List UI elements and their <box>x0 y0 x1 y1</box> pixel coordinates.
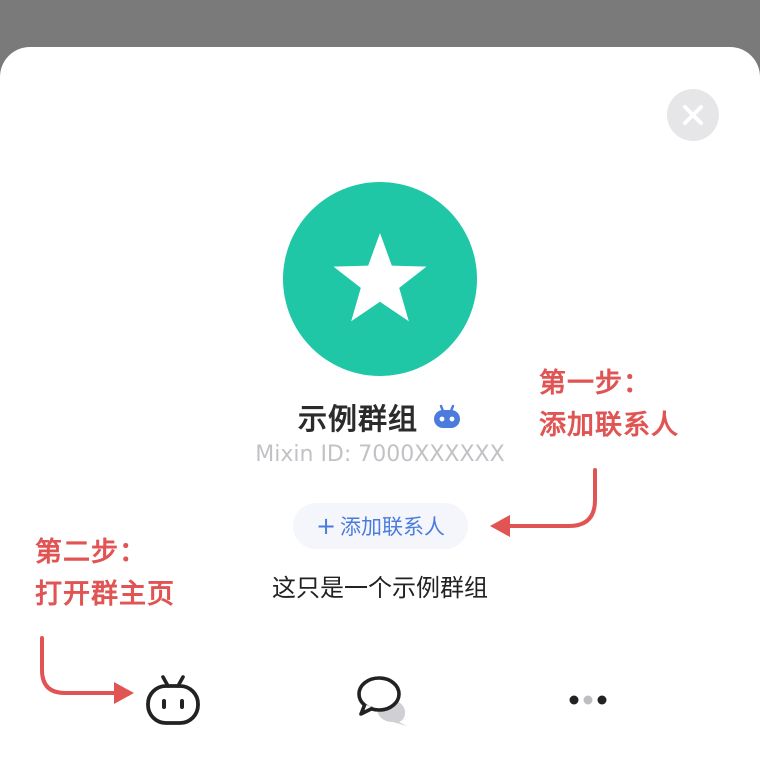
group-name-row: 示例群组 <box>240 394 520 440</box>
step2-annotation: 第二步： 打开群主页 <box>35 532 175 616</box>
plus-icon: + <box>315 512 337 540</box>
group-avatar <box>283 182 477 376</box>
group-name: 示例群组 <box>297 402 418 436</box>
step1-body: 添加联系人 <box>539 409 679 441</box>
bot-home-icon <box>146 675 200 725</box>
step1-title: 第一步： <box>539 368 651 399</box>
chat-button[interactable] <box>350 670 416 730</box>
more-dots-icon <box>569 695 607 705</box>
mixin-id: Mixin ID: 7000XXXXXX <box>255 442 505 467</box>
more-button[interactable] <box>556 680 620 720</box>
close-button[interactable] <box>667 89 719 141</box>
bot-icon <box>432 404 462 430</box>
close-icon <box>683 105 703 125</box>
group-description: 这只是一个示例群组 <box>272 574 488 602</box>
step1-annotation: 第一步： 添加联系人 <box>539 363 679 447</box>
add-contact-button[interactable]: + 添加联系人 <box>293 503 468 549</box>
open-group-home-button[interactable] <box>140 670 206 730</box>
star-icon <box>333 233 427 322</box>
step2-body: 打开群主页 <box>35 578 175 610</box>
chat-bubbles-icon <box>357 676 407 726</box>
step2-title: 第二步： <box>35 537 147 568</box>
add-contact-label: 添加联系人 <box>340 515 446 539</box>
